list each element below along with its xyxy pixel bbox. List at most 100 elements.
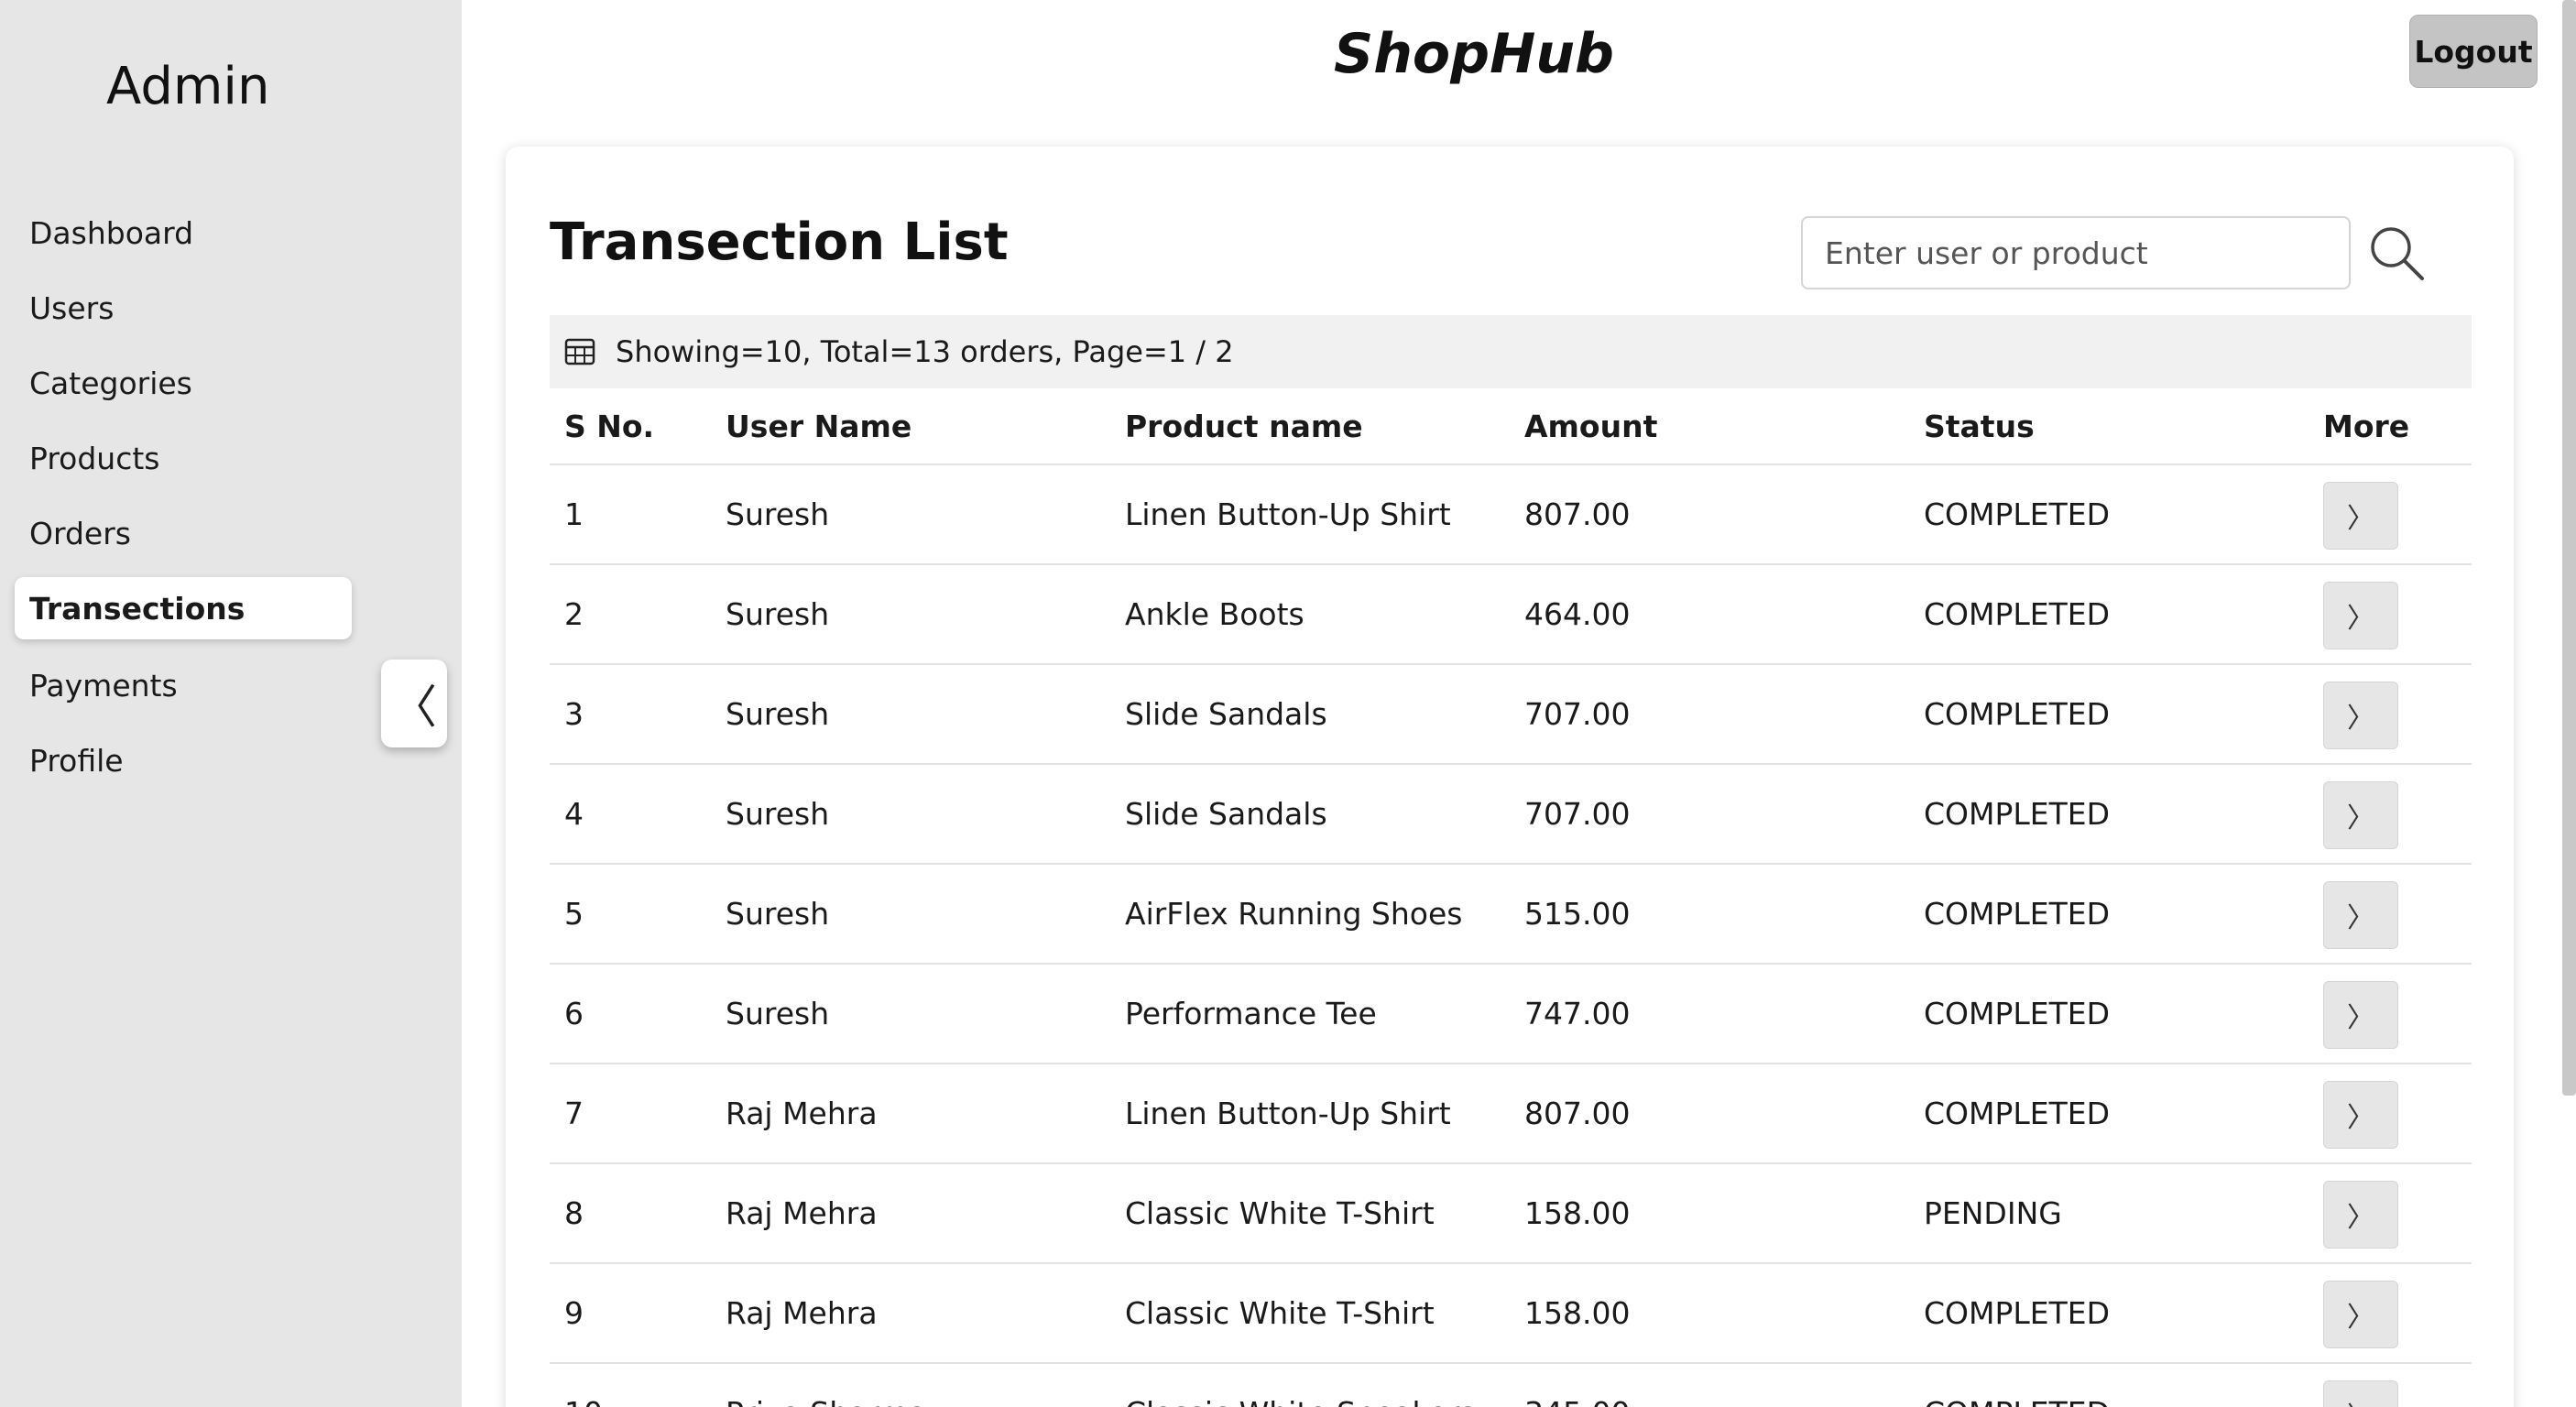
chevron-right-icon: 〉 (2347, 802, 2374, 834)
sidebar-item-profile[interactable]: Profile (15, 729, 352, 791)
column-header-status: Status (1924, 408, 2035, 444)
cell-user-name: Priya Sharma (726, 1364, 927, 1407)
pagination-info-text: Showing=10, Total=13 orders, Page=1 / 2 (616, 334, 1234, 369)
cell-status: COMPLETED (1924, 796, 2111, 832)
table-row: 9 Raj Mehra Classic White T-Shirt 158.00… (550, 1264, 2472, 1364)
column-header-sno: S No. (564, 408, 655, 444)
sidebar-item-users[interactable]: Users (15, 277, 352, 339)
app-root: Admin Dashboard Users Categories Product… (0, 0, 2576, 1407)
cell-status: COMPLETED (1924, 996, 2111, 1031)
cell-product-name: Linen Button-Up Shirt (1125, 1096, 1451, 1131)
row-more-button[interactable]: 〉 (2323, 482, 2398, 550)
search-icon[interactable] (2365, 222, 2429, 286)
chevron-right-icon: 〉 (2347, 1002, 2374, 1034)
cell-product-name: Slide Sandals (1125, 796, 1327, 832)
cell-status: COMPLETED (1924, 1364, 2110, 1407)
row-more-button[interactable]: 〉 (2323, 1181, 2398, 1249)
cell-sno: 2 (564, 596, 584, 632)
cell-sno: 6 (564, 996, 584, 1031)
sidebar-item-orders[interactable]: Orders (15, 502, 352, 564)
logout-button[interactable]: Logout (2409, 15, 2538, 88)
cell-product-name: Performance Tee (1125, 996, 1377, 1031)
cell-sno: 7 (564, 1096, 584, 1131)
sidebar-collapse-button[interactable]: 〈 (381, 660, 447, 747)
row-more-button[interactable]: 〉 (2323, 682, 2398, 749)
cell-sno: 5 (564, 896, 584, 932)
page-scrollbar[interactable] (2562, 0, 2576, 1096)
table-row: 6 Suresh Performance Tee 747.00 COMPLETE… (550, 965, 2472, 1064)
cell-sno: 4 (564, 796, 584, 832)
cell-sno: 3 (564, 696, 584, 732)
sidebar-title: Admin (106, 57, 270, 116)
cell-status: COMPLETED (1924, 596, 2111, 632)
cell-product-name: Linen Button-Up Shirt (1125, 496, 1451, 532)
row-more-button[interactable]: 〉 (2323, 582, 2398, 649)
cell-user-name: Suresh (726, 496, 830, 532)
cell-amount: 515.00 (1524, 896, 1631, 932)
sidebar-item-categories[interactable]: Categories (15, 352, 352, 414)
row-more-button[interactable]: 〉 (2323, 881, 2398, 949)
cell-product-name: Slide Sandals (1125, 696, 1327, 732)
chevron-right-icon: 〉 (2347, 1102, 2374, 1134)
row-more-button[interactable]: 〉 (2323, 1281, 2398, 1348)
cell-product-name: Classic White T-Shirt (1125, 1295, 1435, 1331)
column-header-user-name: User Name (726, 408, 912, 444)
cell-amount: 158.00 (1524, 1295, 1631, 1331)
cell-user-name: Raj Mehra (726, 1195, 878, 1231)
table-row: 10 Priya Sharma Classic White Sneakers 3… (550, 1364, 2472, 1407)
cell-amount: 158.00 (1524, 1195, 1631, 1231)
table-row: 1 Suresh Linen Button-Up Shirt 807.00 CO… (550, 465, 2472, 565)
cell-status: COMPLETED (1924, 696, 2111, 732)
sidebar: Admin Dashboard Users Categories Product… (0, 0, 462, 1407)
column-header-product-name: Product name (1125, 408, 1363, 444)
column-header-more: More (2323, 408, 2410, 444)
pagination-info-bar: Showing=10, Total=13 orders, Page=1 / 2 (550, 315, 2472, 388)
cell-status: COMPLETED (1924, 1295, 2111, 1331)
cell-user-name: Suresh (726, 696, 830, 732)
page-title: Transection List (550, 213, 1009, 272)
row-more-button[interactable]: 〉 (2323, 781, 2398, 849)
table-body: 1 Suresh Linen Button-Up Shirt 807.00 CO… (550, 465, 2472, 1407)
chevron-right-icon: 〉 (2347, 703, 2374, 735)
sidebar-item-products[interactable]: Products (15, 427, 352, 489)
table-row: 2 Suresh Ankle Boots 464.00 COMPLETED 〉 (550, 565, 2472, 665)
cell-amount: 807.00 (1524, 496, 1631, 532)
cell-amount: 345.00 (1524, 1364, 1630, 1407)
cell-user-name: Raj Mehra (726, 1295, 878, 1331)
sidebar-item-dashboard[interactable]: Dashboard (15, 202, 352, 264)
cell-product-name: Classic White Sneakers (1125, 1364, 1475, 1407)
sidebar-item-transections[interactable]: Transections (15, 577, 352, 639)
table-row: 7 Raj Mehra Linen Button-Up Shirt 807.00… (550, 1064, 2472, 1164)
cell-status: PENDING (1924, 1195, 2062, 1231)
cell-status: COMPLETED (1924, 896, 2111, 932)
cell-user-name: Raj Mehra (726, 1096, 878, 1131)
cell-status: COMPLETED (1924, 1096, 2111, 1131)
brand-logo: ShopHub (1334, 22, 1614, 86)
cell-user-name: Suresh (726, 896, 830, 932)
cell-product-name: Classic White T-Shirt (1125, 1195, 1435, 1231)
search-input[interactable] (1801, 216, 2351, 289)
chevron-left-icon: 〈 (391, 681, 437, 734)
cell-amount: 807.00 (1524, 1096, 1631, 1131)
cell-user-name: Suresh (726, 996, 830, 1031)
column-header-amount: Amount (1524, 408, 1658, 444)
transaction-card: Transection List Showing=10, Total=13 or… (506, 147, 2514, 1407)
table-row: 4 Suresh Slide Sandals 707.00 COMPLETED … (550, 765, 2472, 865)
cell-amount: 747.00 (1524, 996, 1631, 1031)
cell-product-name: Ankle Boots (1125, 596, 1304, 632)
chevron-right-icon: 〉 (2347, 1202, 2374, 1234)
cell-product-name: AirFlex Running Shoes (1125, 896, 1463, 932)
table-row: 3 Suresh Slide Sandals 707.00 COMPLETED … (550, 665, 2472, 765)
sidebar-item-payments[interactable]: Payments (15, 654, 352, 716)
row-more-button[interactable]: 〉 (2323, 1081, 2398, 1149)
cell-amount: 707.00 (1524, 796, 1631, 832)
row-more-button[interactable]: 〉 (2323, 1380, 2398, 1407)
cell-status: COMPLETED (1924, 496, 2111, 532)
chevron-right-icon: 〉 (2347, 902, 2374, 934)
table-header: S No. User Name Product name Amount Stat… (550, 388, 2472, 465)
cell-amount: 707.00 (1524, 696, 1631, 732)
row-more-button[interactable]: 〉 (2323, 981, 2398, 1049)
chevron-right-icon: 〉 (2347, 503, 2374, 535)
table-row: 5 Suresh AirFlex Running Shoes 515.00 CO… (550, 865, 2472, 965)
cell-sno: 10 (564, 1364, 603, 1407)
